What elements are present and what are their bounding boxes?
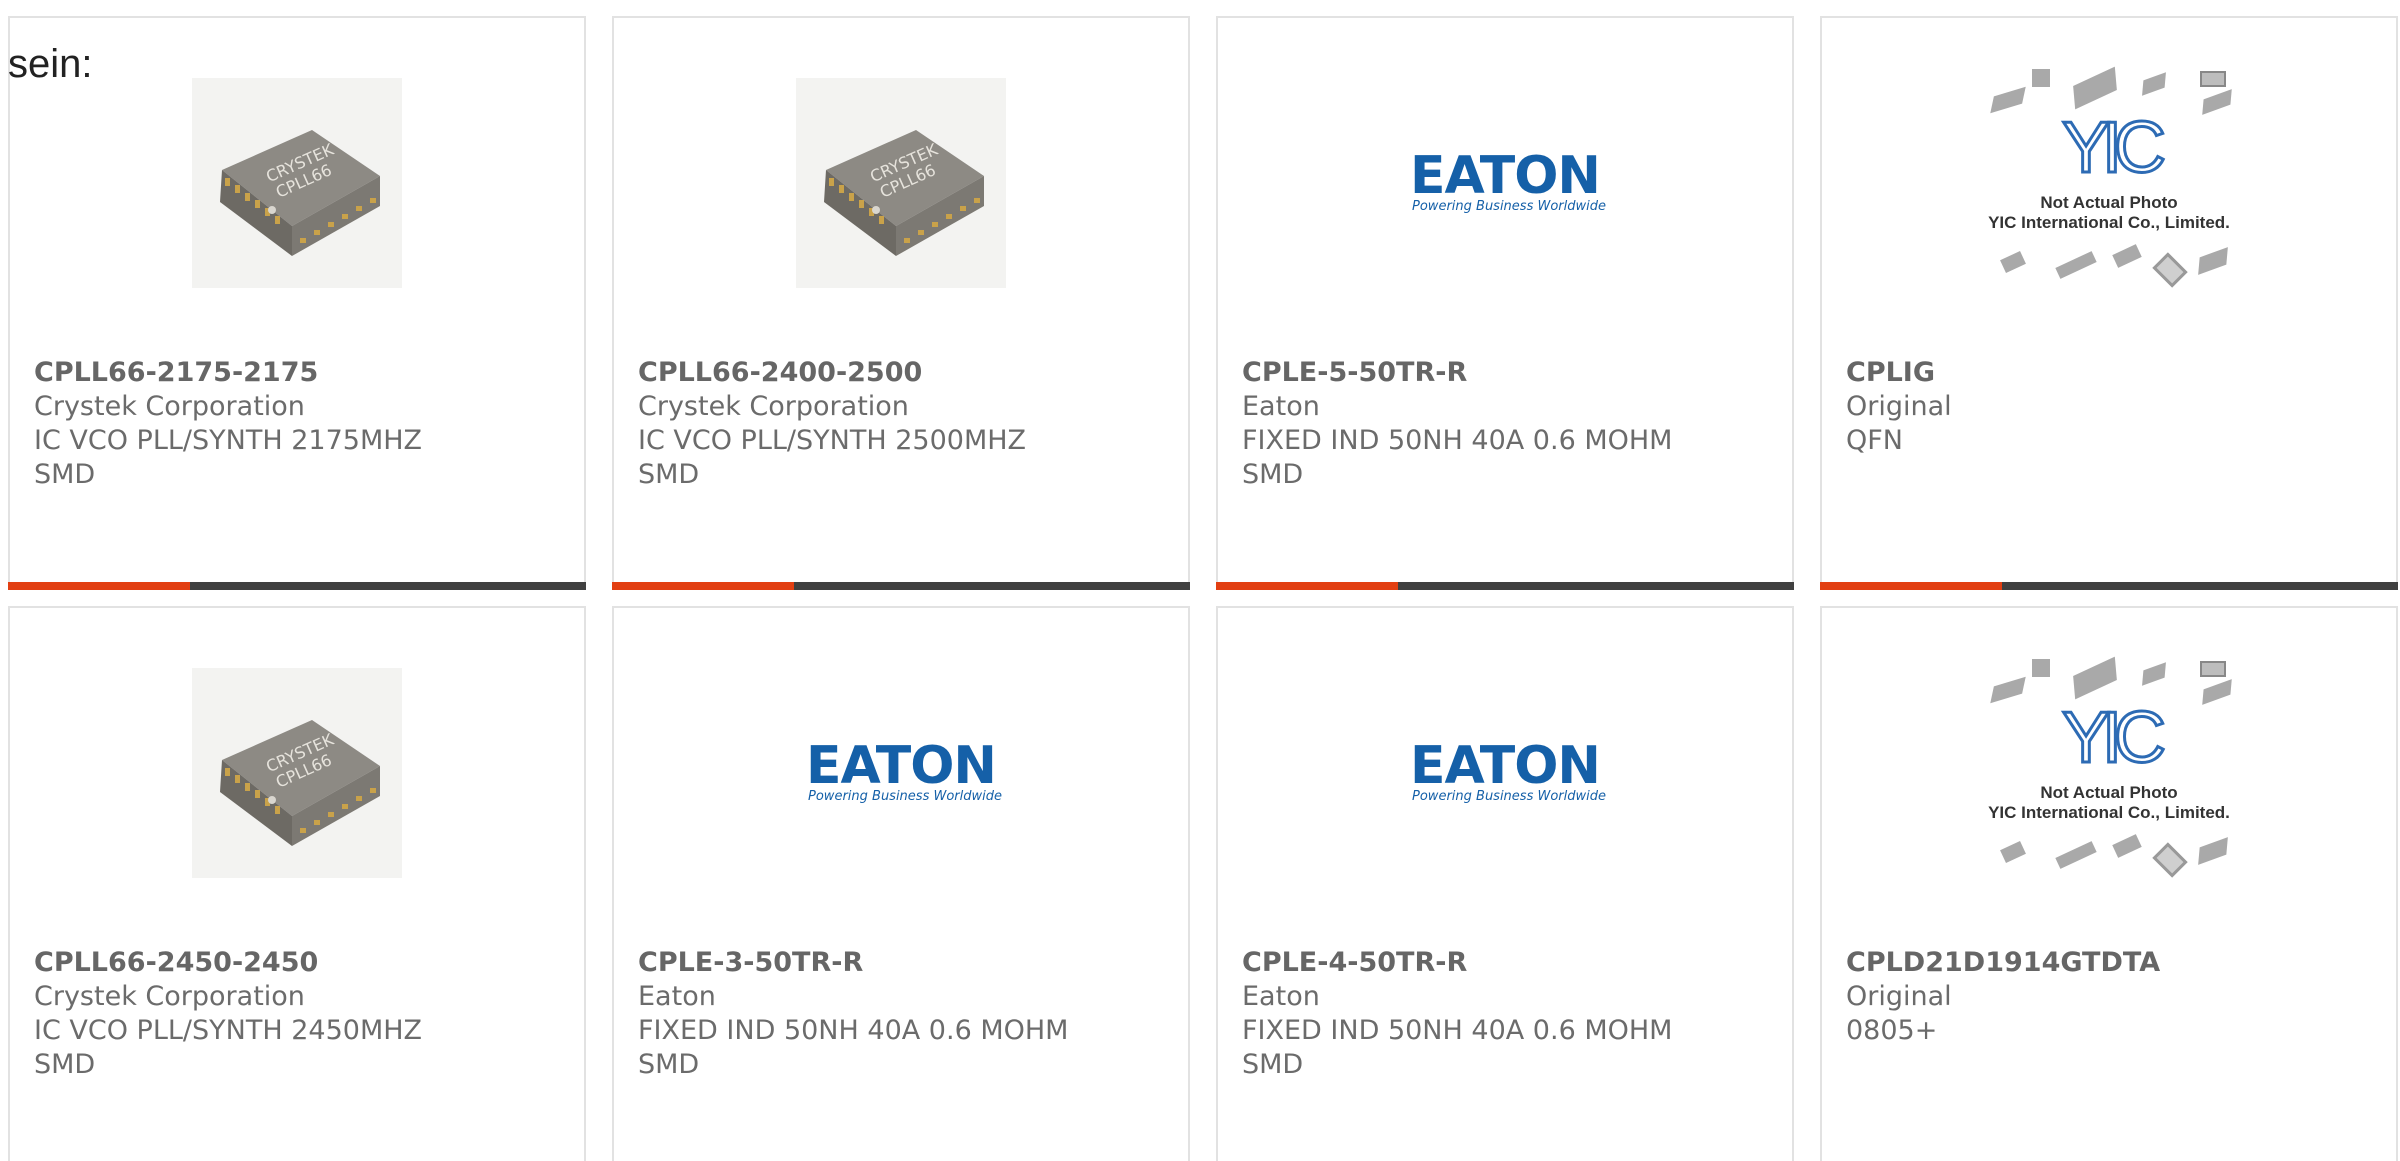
part-number[interactable]: CPLE-3-50TR-R <box>638 946 1172 980</box>
product-info: CPLE-4-50TR-R Eaton FIXED IND 50NH 40A 0.6… <box>1242 946 1776 1082</box>
eaton-tagline: Powering Business Worldwide <box>1412 789 1606 804</box>
manufacturer: Eaton <box>1242 391 1320 422</box>
eaton-wordmark: EATON <box>806 738 996 796</box>
package: SMD <box>34 459 96 490</box>
card-bottom-bar <box>1820 582 2398 590</box>
crystek-chip-image: CRYSTEK CPLL66 <box>192 668 402 878</box>
description: IC VCO PLL/SYNTH 2175MHZ <box>34 425 423 456</box>
product-image[interactable]: EATON Powering Business Worldwide <box>614 668 1188 878</box>
part-number[interactable]: CPLIG <box>1846 356 2380 390</box>
manufacturer: Eaton <box>638 981 716 1012</box>
manufacturer: Original <box>1846 391 1952 422</box>
description: IC VCO PLL/SYNTH 2500MHZ <box>638 425 1027 456</box>
yic-placeholder-image: YIC Not Actual Photo YIC International C… <box>1974 653 2244 893</box>
card-bottom-bar <box>8 582 586 590</box>
manufacturer: Crystek Corporation <box>34 391 305 422</box>
product-card[interactable]: CRYSTEK CPLL66 CPLL66-2450-2450 Crystek C… <box>8 606 586 1161</box>
eaton-wordmark: EATON <box>1410 148 1600 206</box>
product-grid: CRYSTEK CPLL66 CPLL66-2175-2175 Crystek C… <box>8 16 2398 1161</box>
product-info: CPLL66-2450-2450 Crystek Corporation IC VC… <box>34 946 568 1082</box>
package: SMD <box>638 459 700 490</box>
product-info: CPLE-3-50TR-R Eaton FIXED IND 50NH 40A 0.6… <box>638 946 1172 1082</box>
crystek-chip-image: CRYSTEK CPLL66 <box>796 78 1006 288</box>
product-card[interactable]: EATON Powering Business Worldwide CPLE-5… <box>1216 16 1794 590</box>
product-info: CPLE-5-50TR-R Eaton FIXED IND 50NH 40A 0.6… <box>1242 356 1776 492</box>
eaton-tagline: Powering Business Worldwide <box>1412 199 1606 214</box>
description: FIXED IND 50NH 40A 0.6 MOHM <box>638 1015 1069 1046</box>
part-number[interactable]: CPLL66-2400-2500 <box>638 356 1172 390</box>
product-image[interactable]: CRYSTEK CPLL66 <box>10 78 584 288</box>
section-heading: sein: <box>8 42 93 86</box>
product-card[interactable]: EATON Powering Business Worldwide CPLE-3… <box>612 606 1190 1161</box>
manufacturer: Crystek Corporation <box>34 981 305 1012</box>
yic-caption-line-2: YIC International Co., Limited. <box>1988 213 2230 232</box>
package: SMD <box>638 1049 700 1080</box>
product-image[interactable]: YIC Not Actual Photo YIC International C… <box>1822 656 2396 878</box>
yic-placeholder-image: YIC Not Actual Photo YIC International C… <box>1974 63 2244 303</box>
card-accent-bar <box>612 582 794 590</box>
card-accent-bar <box>1820 582 2002 590</box>
eaton-tagline: Powering Business Worldwide <box>808 789 1002 804</box>
part-number[interactable]: CPLE-4-50TR-R <box>1242 946 1776 980</box>
crystek-chip-image: CRYSTEK CPLL66 <box>192 78 402 288</box>
manufacturer: Original <box>1846 981 1952 1012</box>
product-image[interactable]: CRYSTEK CPLL66 <box>10 668 584 878</box>
product-image[interactable]: EATON Powering Business Worldwide <box>1218 668 1792 878</box>
part-number[interactable]: CPLL66-2450-2450 <box>34 946 568 980</box>
part-number[interactable]: CPLL66-2175-2175 <box>34 356 568 390</box>
yic-caption-line-1: Not Actual Photo <box>2040 783 2178 802</box>
package: SMD <box>34 1049 96 1080</box>
product-grid-page: sein: CRYSTEK CPLL66 CPLL66-2175-2175 Cry… <box>0 0 2400 1161</box>
manufacturer: Crystek Corporation <box>638 391 909 422</box>
product-info: CPLD21D1914GTDTA Original 0805+ <box>1846 946 2380 1048</box>
eaton-logo-image: EATON Powering Business Worldwide <box>806 738 1002 804</box>
description: QFN <box>1846 425 1903 456</box>
package: SMD <box>1242 1049 1304 1080</box>
eaton-wordmark: EATON <box>1410 738 1600 796</box>
product-card[interactable]: CRYSTEK CPLL66 CPLL66-2400-2500 Crystek C… <box>612 16 1190 590</box>
yic-caption-line-1: Not Actual Photo <box>2040 193 2178 212</box>
description: FIXED IND 50NH 40A 0.6 MOHM <box>1242 1015 1673 1046</box>
package: SMD <box>1242 459 1304 490</box>
product-info: CPLL66-2400-2500 Crystek Corporation IC VC… <box>638 356 1172 492</box>
yic-logo: YIC <box>2061 698 2168 778</box>
manufacturer: Eaton <box>1242 981 1320 1012</box>
yic-logo: YIC <box>2061 108 2168 188</box>
yic-caption-line-2: YIC International Co., Limited. <box>1988 803 2230 822</box>
product-info: CPLIG Original QFN <box>1846 356 2380 458</box>
product-image[interactable]: CRYSTEK CPLL66 <box>614 78 1188 288</box>
eaton-logo-image: EATON Powering Business Worldwide <box>1410 148 1606 214</box>
description: IC VCO PLL/SYNTH 2450MHZ <box>34 1015 423 1046</box>
description: 0805+ <box>1846 1015 1938 1046</box>
product-image[interactable]: EATON Powering Business Worldwide <box>1218 78 1792 288</box>
product-card[interactable]: YIC Not Actual Photo YIC International C… <box>1820 16 2398 590</box>
eaton-logo-image: EATON Powering Business Worldwide <box>1410 738 1606 804</box>
description: FIXED IND 50NH 40A 0.6 MOHM <box>1242 425 1673 456</box>
part-number[interactable]: CPLD21D1914GTDTA <box>1846 946 2380 980</box>
product-card[interactable]: EATON Powering Business Worldwide CPLE-4… <box>1216 606 1794 1161</box>
card-accent-bar <box>1216 582 1398 590</box>
product-card[interactable]: CRYSTEK CPLL66 CPLL66-2175-2175 Crystek C… <box>8 16 586 590</box>
product-image[interactable]: YIC Not Actual Photo YIC International C… <box>1822 66 2396 288</box>
card-accent-bar <box>8 582 190 590</box>
card-bottom-bar <box>612 582 1190 590</box>
part-number[interactable]: CPLE-5-50TR-R <box>1242 356 1776 390</box>
card-bottom-bar <box>1216 582 1794 590</box>
product-card[interactable]: YIC Not Actual Photo YIC International C… <box>1820 606 2398 1161</box>
product-info: CPLL66-2175-2175 Crystek Corporation IC VC… <box>34 356 568 492</box>
